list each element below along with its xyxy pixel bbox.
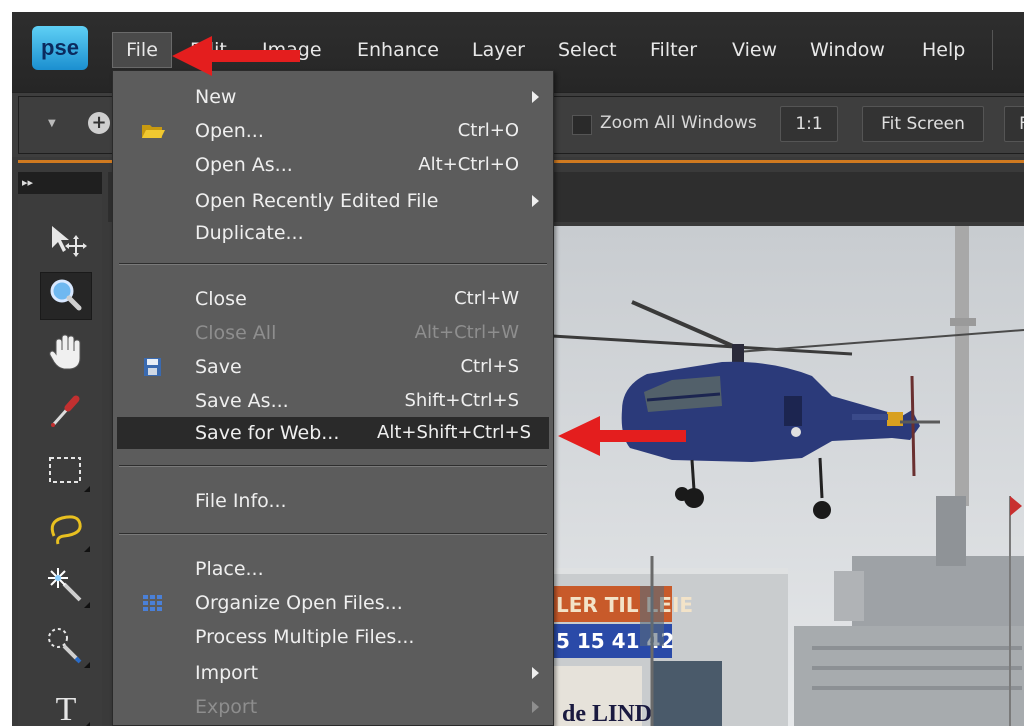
menu-item-label: Open As... — [195, 154, 293, 176]
file-menu-dropdown: New Open... Ctrl+O Open As... Alt+Ctrl+O… — [112, 70, 554, 726]
app-logo: pse — [32, 26, 88, 70]
menu-item-close[interactable]: Close Ctrl+W — [113, 283, 553, 315]
menu-item-shortcut: Shift+Ctrl+S — [404, 390, 519, 411]
annotation-arrow-save-for-web — [558, 416, 686, 456]
menu-help[interactable]: Help — [922, 38, 965, 62]
annotation-arrow-file — [172, 36, 300, 76]
hand-tool-icon[interactable] — [40, 328, 92, 376]
menu-item-close-all: Close All Alt+Ctrl+W — [113, 317, 553, 349]
menu-item-label: Save for Web... — [195, 422, 340, 444]
submenu-arrow-icon — [532, 701, 539, 713]
menu-item-import[interactable]: Import — [113, 657, 553, 689]
menu-view[interactable]: View — [732, 38, 777, 62]
submenu-arrow-icon — [532, 91, 539, 103]
photoshop-elements-window: pse File Edit Image Enhance Layer Select… — [12, 12, 1024, 726]
tool-flyout-indicator — [84, 546, 90, 552]
move-tool-icon[interactable] — [40, 214, 92, 262]
menu-item-label: Close — [195, 288, 247, 310]
menu-layer[interactable]: Layer — [472, 38, 525, 62]
menu-item-shortcut: Alt+Ctrl+W — [414, 322, 519, 343]
menu-item-label: Save — [195, 356, 242, 378]
menu-item-label: Import — [195, 662, 259, 684]
menu-item-save-as[interactable]: Save As... Shift+Ctrl+S — [113, 385, 553, 417]
toolbox: T — [18, 194, 102, 726]
menu-item-file-info[interactable]: File Info... — [113, 485, 553, 517]
menu-item-label: Close All — [195, 322, 277, 344]
menu-item-open[interactable]: Open... Ctrl+O — [113, 115, 553, 147]
floppy-disk-icon — [144, 358, 161, 376]
menu-item-label: File Info... — [195, 490, 287, 512]
menu-item-organize-open-files[interactable]: Organize Open Files... — [113, 587, 553, 619]
zoom-all-windows-checkbox[interactable] — [572, 115, 592, 135]
menu-item-shortcut: Ctrl+S — [460, 356, 519, 377]
menu-item-place[interactable]: Place... — [113, 553, 553, 585]
menu-item-label: Export — [195, 696, 258, 718]
submenu-arrow-icon — [532, 195, 539, 207]
fit-screen-button[interactable]: Fit Screen — [862, 106, 984, 142]
menu-item-export: Export — [113, 691, 553, 723]
menu-item-label: Process Multiple Files... — [195, 626, 415, 648]
grid-icon — [143, 595, 162, 611]
eyedropper-tool-icon[interactable] — [40, 386, 92, 434]
menu-item-label: Save As... — [195, 390, 289, 412]
menu-item-label: Place... — [195, 558, 264, 580]
sign-text-lower: de LIND — [562, 701, 652, 726]
menu-separator — [119, 263, 547, 265]
submenu-arrow-icon — [532, 667, 539, 679]
tool-flyout-indicator — [84, 486, 90, 492]
menu-item-save-for-web[interactable]: Save for Web... Alt+Shift+Ctrl+S — [117, 417, 549, 449]
menu-file[interactable]: File — [112, 32, 172, 68]
menu-separator — [119, 465, 547, 467]
quick-selection-icon[interactable] — [40, 622, 92, 670]
menu-item-process-multiple-files[interactable]: Process Multiple Files... — [113, 621, 553, 653]
menu-item-label: Open... — [195, 120, 264, 142]
magic-wand-icon[interactable] — [40, 562, 92, 610]
menu-filter[interactable]: Filter — [650, 38, 697, 62]
menu-item-save[interactable]: Save Ctrl+S — [113, 351, 553, 383]
zoom-all-windows-label: Zoom All Windows — [600, 113, 757, 133]
menu-select[interactable]: Select — [558, 38, 617, 62]
tool-flyout-indicator — [84, 722, 90, 726]
menu-enhance[interactable]: Enhance — [357, 38, 439, 62]
menu-item-label: Open Recently Edited File — [195, 190, 439, 212]
tool-preset-dropdown-icon[interactable]: ▼ — [48, 118, 62, 129]
menu-item-new[interactable]: New — [113, 81, 553, 113]
menu-window[interactable]: Window — [810, 38, 885, 62]
rectangular-marquee-icon[interactable] — [40, 446, 92, 494]
menu-item-duplicate[interactable]: Duplicate... — [113, 217, 553, 249]
zoom-in-icon[interactable]: + — [88, 112, 110, 134]
document-image: LER TIL LEIE 5 15 41 42 de LIND — [552, 226, 1024, 726]
expand-toolbox-icon[interactable]: ▸▸ — [22, 172, 33, 194]
type-tool-icon[interactable]: T — [40, 682, 92, 726]
svg-text:T: T — [56, 691, 77, 726]
zoom-tool-icon[interactable] — [40, 272, 92, 320]
menu-item-shortcut: Alt+Shift+Ctrl+S — [377, 422, 531, 443]
menu-divider — [992, 30, 993, 70]
menu-item-label: New — [195, 86, 237, 108]
menu-item-open-as[interactable]: Open As... Alt+Ctrl+O — [113, 149, 553, 181]
menu-separator — [119, 533, 547, 535]
menu-item-shortcut: Ctrl+O — [457, 120, 519, 141]
toolbox-header[interactable]: ▸▸ — [18, 172, 102, 194]
folder-icon — [142, 125, 165, 138]
tool-flyout-indicator — [84, 602, 90, 608]
menu-item-shortcut: Alt+Ctrl+O — [418, 154, 519, 175]
fill-screen-button[interactable]: F — [1004, 106, 1024, 142]
menu-item-shortcut: Ctrl+W — [454, 288, 519, 309]
menu-item-open-recent[interactable]: Open Recently Edited File — [113, 185, 553, 217]
actual-pixels-button[interactable]: 1:1 — [780, 106, 838, 142]
lasso-tool-icon[interactable] — [40, 506, 92, 554]
sign-text-top: LER TIL LEIE — [556, 593, 693, 617]
tool-flyout-indicator — [84, 662, 90, 668]
menu-item-label: Organize Open Files... — [195, 592, 403, 614]
menu-item-label: Duplicate... — [195, 222, 304, 244]
